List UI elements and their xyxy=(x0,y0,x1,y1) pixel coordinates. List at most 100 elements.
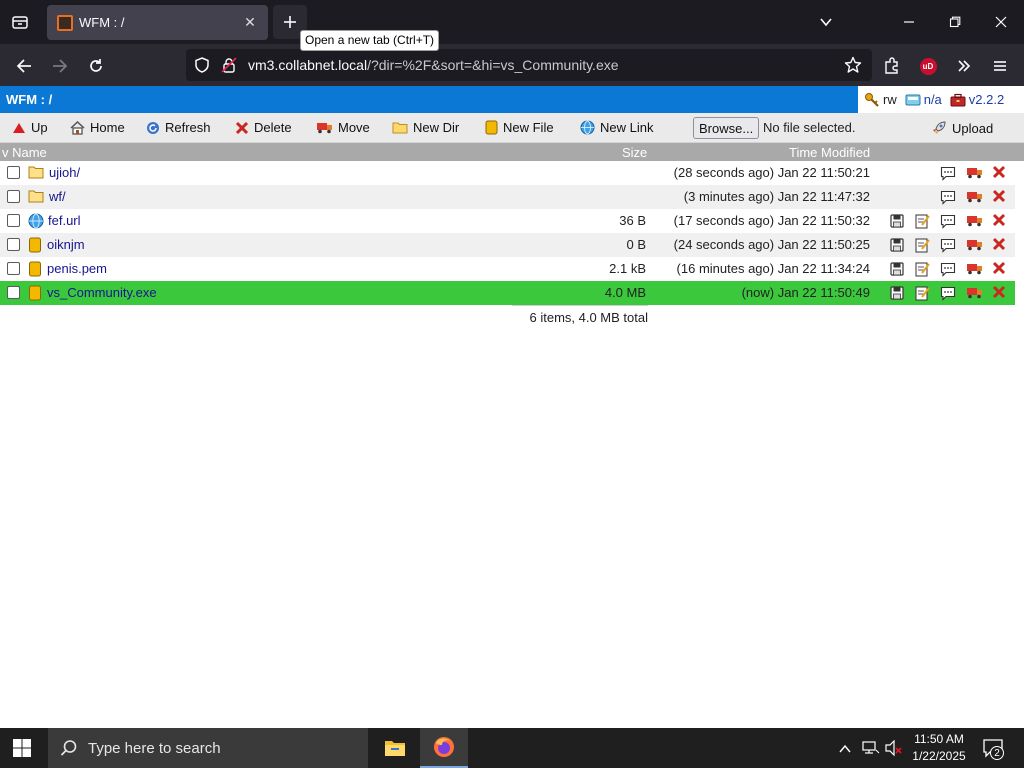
new-dir-button[interactable]: New Dir xyxy=(392,120,459,135)
volume-button[interactable] xyxy=(885,739,903,756)
row-checkbox[interactable] xyxy=(7,238,20,251)
close-window-button[interactable] xyxy=(986,8,1016,36)
start-button[interactable] xyxy=(12,738,32,758)
url-text[interactable]: vm3.collabnet.local/?dir=%2F&sort=&hi=vs… xyxy=(248,57,619,73)
extensions-button[interactable] xyxy=(878,52,906,80)
file-time-modified: (17 seconds ago) Jan 22 11:50:32 xyxy=(673,213,870,228)
close-tab-icon[interactable]: ✕ xyxy=(242,14,258,31)
download-icon[interactable] xyxy=(889,237,905,253)
browse-file-button[interactable]: Browse... xyxy=(693,117,760,139)
file-name-link[interactable]: wf/ xyxy=(49,189,66,204)
minimize-button[interactable] xyxy=(894,8,924,36)
move-truck-icon[interactable] xyxy=(966,261,982,277)
globe-icon xyxy=(580,120,595,135)
version-indicator[interactable]: v2.2.2 xyxy=(950,92,1004,107)
delete-icon[interactable] xyxy=(992,213,1008,229)
tab-overflow-button[interactable] xyxy=(811,8,841,36)
quota-indicator[interactable]: n/a xyxy=(905,92,942,107)
new-file-button[interactable]: New File xyxy=(485,120,554,135)
delete-icon[interactable] xyxy=(992,189,1008,205)
delete-icon[interactable] xyxy=(992,285,1008,301)
show-hidden-icons-button[interactable] xyxy=(838,740,852,756)
rename-icon[interactable] xyxy=(940,165,956,181)
row-checkbox[interactable] xyxy=(7,190,20,203)
disk-quota-icon xyxy=(905,94,921,105)
rename-icon[interactable] xyxy=(940,213,956,229)
file-row[interactable]: vs_Community.exe 4.0 MB (now) Jan 22 11:50… xyxy=(0,281,1015,305)
firefox-icon xyxy=(434,737,454,757)
move-button[interactable]: Move xyxy=(316,120,370,135)
refresh-button[interactable]: Refresh xyxy=(146,120,211,135)
rename-icon[interactable] xyxy=(940,261,956,277)
file-name-link[interactable]: penis.pem xyxy=(47,261,107,276)
bookmark-star-icon[interactable] xyxy=(844,56,862,74)
taskbar-search-box[interactable]: Type here to search xyxy=(48,728,368,768)
move-truck-icon[interactable] xyxy=(966,237,982,253)
sort-by-time-link[interactable]: Time Modified xyxy=(789,145,870,160)
file-row[interactable]: ujioh/ (28 seconds ago) Jan 22 11:50:21 xyxy=(0,161,1015,185)
ublock-badge-text: uD xyxy=(922,61,934,71)
forward-button[interactable] xyxy=(46,52,74,80)
upload-button[interactable]: Upload xyxy=(931,120,993,136)
tab-title: WFM : / xyxy=(79,15,125,30)
app-menu-button[interactable] xyxy=(986,52,1014,80)
sort-by-size-link[interactable]: Size xyxy=(622,145,647,160)
row-checkbox[interactable] xyxy=(7,214,20,227)
version-link[interactable]: v2.2.2 xyxy=(969,92,1004,107)
file-name-link[interactable]: oiknjm xyxy=(47,237,85,252)
row-checkbox[interactable] xyxy=(7,166,20,179)
file-name-link[interactable]: ujioh/ xyxy=(49,165,80,180)
file-row[interactable]: fef.url 36 B (17 seconds ago) Jan 22 11:50… xyxy=(0,209,1015,233)
delete-icon[interactable] xyxy=(992,165,1008,181)
folder-icon xyxy=(392,122,408,134)
new-tab-tooltip: Open a new tab (Ctrl+T) xyxy=(300,30,440,51)
move-truck-icon[interactable] xyxy=(966,213,982,229)
quota-link[interactable]: n/a xyxy=(924,92,942,107)
move-truck-icon[interactable] xyxy=(966,285,982,301)
double-chevron-right-icon xyxy=(958,60,971,72)
up-button[interactable]: Up xyxy=(12,120,48,135)
lock-insecure-icon[interactable] xyxy=(221,57,237,73)
download-icon[interactable] xyxy=(889,213,905,229)
back-button[interactable] xyxy=(10,52,38,80)
file-name-link[interactable]: vs_Community.exe xyxy=(47,285,157,300)
move-label: Move xyxy=(338,120,370,135)
ublock-extension-button[interactable]: uD xyxy=(914,52,942,80)
new-link-button[interactable]: New Link xyxy=(580,120,653,135)
shield-icon[interactable] xyxy=(194,57,210,73)
firefox-taskbar-button[interactable] xyxy=(420,728,468,768)
delete-icon[interactable] xyxy=(992,261,1008,277)
rename-icon[interactable] xyxy=(940,285,956,301)
download-icon[interactable] xyxy=(889,261,905,277)
move-truck-icon[interactable] xyxy=(966,189,982,205)
list-all-tabs-button[interactable] xyxy=(6,8,34,36)
delete-icon[interactable] xyxy=(992,237,1008,253)
rename-icon[interactable] xyxy=(940,189,956,205)
edit-icon[interactable] xyxy=(914,261,930,277)
browser-tab[interactable]: WFM : / ✕ xyxy=(47,5,268,40)
file-row[interactable]: oiknjm 0 B (24 seconds ago) Jan 22 11:50:2… xyxy=(0,233,1015,257)
file-row[interactable]: penis.pem 2.1 kB (16 minutes ago) Jan 22 1… xyxy=(0,257,1015,281)
reload-button[interactable] xyxy=(82,52,110,80)
address-bar[interactable]: vm3.collabnet.local/?dir=%2F&sort=&hi=vs… xyxy=(186,49,872,81)
page-title: WFM : / xyxy=(6,92,53,107)
more-tools-button[interactable] xyxy=(950,52,978,80)
edit-icon[interactable] xyxy=(914,237,930,253)
network-status-button[interactable] xyxy=(862,739,880,756)
row-checkbox[interactable] xyxy=(7,286,20,299)
file-name-link[interactable]: fef.url xyxy=(48,213,81,228)
file-explorer-taskbar-button[interactable] xyxy=(372,728,418,768)
taskbar-clock[interactable]: 11:50 AM 1/22/2025 xyxy=(906,731,972,765)
edit-icon[interactable] xyxy=(914,213,930,229)
download-icon[interactable] xyxy=(889,285,905,301)
row-checkbox[interactable] xyxy=(7,262,20,275)
file-row[interactable]: wf/ (3 minutes ago) Jan 22 11:47:32 xyxy=(0,185,1015,209)
edit-icon[interactable] xyxy=(914,285,930,301)
sort-by-name-link[interactable]: v Name xyxy=(2,145,47,160)
move-truck-icon[interactable] xyxy=(966,165,982,181)
rename-icon[interactable] xyxy=(940,237,956,253)
restore-button[interactable] xyxy=(940,8,970,36)
home-button[interactable]: Home xyxy=(70,120,125,135)
notification-center-button[interactable]: 2 xyxy=(982,737,1004,760)
delete-button[interactable]: Delete xyxy=(235,120,292,135)
